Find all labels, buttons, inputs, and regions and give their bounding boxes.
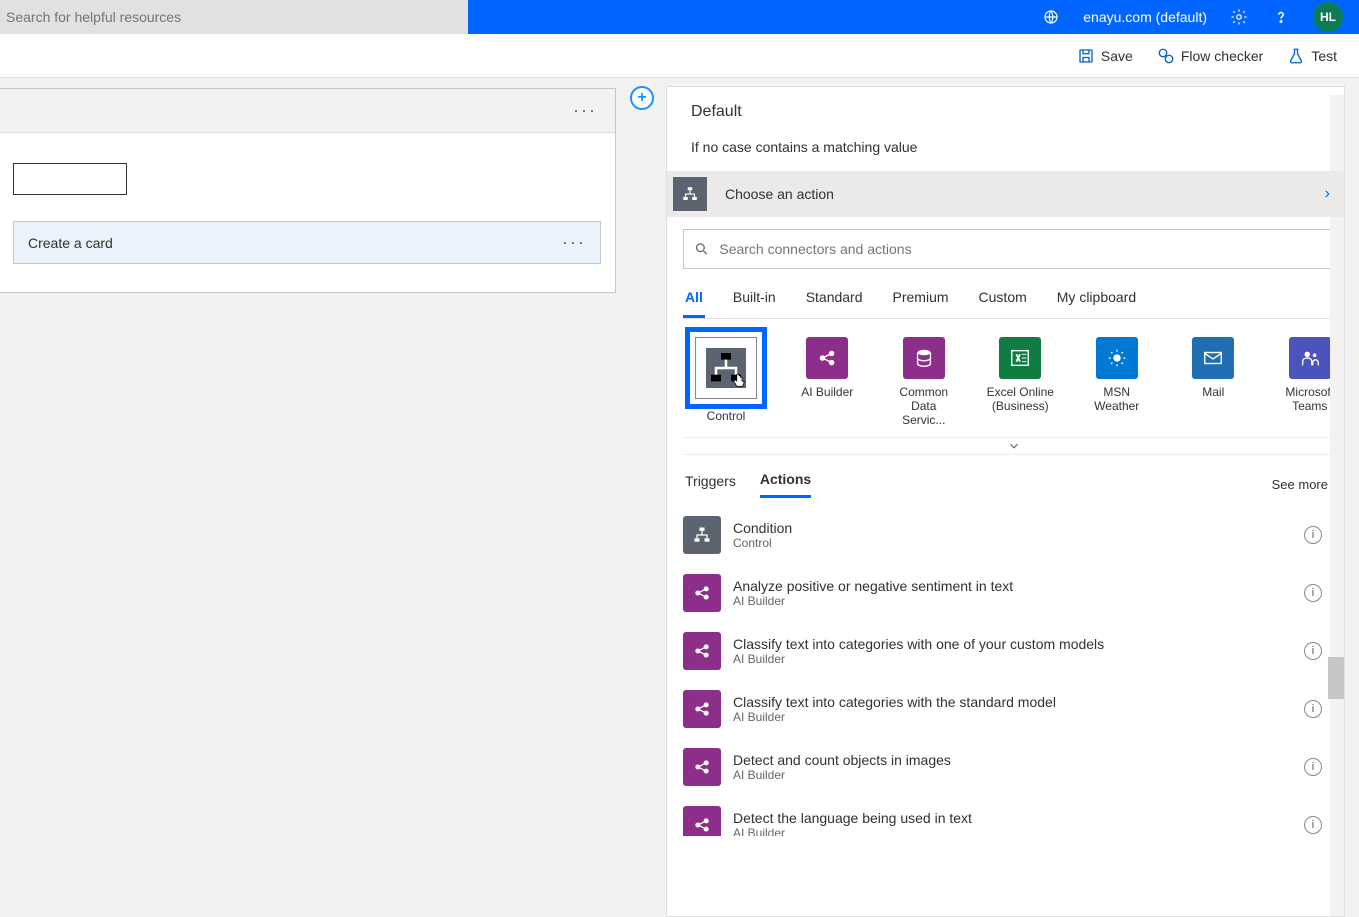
panel-description: If no case contains a matching value [667,139,1344,171]
top-bar: enayu.com (default) HL [0,0,1359,34]
inner-action-menu-icon[interactable]: ··· [562,232,586,253]
action-item[interactable]: Classify text into categories with one o… [683,622,1322,680]
action-item[interactable]: Detect and count objects in imagesAI Bui… [683,738,1322,796]
category-tabs: All Built-in Standard Premium Custom My clipb… [683,279,1344,319]
chevron-down-icon [1007,439,1021,453]
info-icon[interactable]: i [1304,816,1322,834]
action-item[interactable]: Analyze positive or negative sentiment i… [683,564,1322,622]
category-tab-built-in[interactable]: Built-in [731,283,778,318]
connector-excel-online-business-[interactable]: Excel Online (Business) [986,337,1055,427]
action-picker-panel: Default If no case contains a matching v… [666,86,1345,917]
flow-checker-button[interactable]: Flow checker [1157,47,1263,65]
save-label: Save [1101,48,1133,64]
expand-connectors[interactable] [683,437,1344,455]
category-tab-premium[interactable]: Premium [891,283,951,318]
save-icon [1077,47,1095,65]
action-icon [683,806,721,836]
action-title: Detect and count objects in images [733,752,951,768]
action-search-input[interactable] [719,241,1333,257]
sub-tab-actions[interactable]: Actions [760,471,811,498]
flow-checker-label: Flow checker [1181,48,1263,64]
connector-ai-builder[interactable]: AI Builder [793,337,862,427]
action-subtitle: AI Builder [733,826,972,836]
action-title: Condition [733,520,792,536]
avatar[interactable]: HL [1313,2,1343,32]
category-tab-my-clipboard[interactable]: My clipboard [1055,283,1138,318]
action-icon [683,748,721,786]
sub-tab-triggers[interactable]: Triggers [685,473,736,497]
add-step-button[interactable]: + [630,86,654,110]
connector-grid: Control AI Builder Common Data Servic... Ex… [683,319,1344,437]
card-menu-icon[interactable]: ··· [573,100,597,121]
flow-checker-icon [1157,47,1175,65]
info-icon[interactable]: i [1304,642,1322,660]
test-icon [1287,47,1305,65]
action-subtitle: AI Builder [733,768,951,782]
action-subtitle: AI Builder [733,652,1104,666]
help-icon[interactable] [1271,7,1291,27]
global-search[interactable] [0,0,468,34]
case-input[interactable] [13,163,127,195]
save-button[interactable]: Save [1077,47,1133,65]
list-scrollbar-thumb[interactable] [1328,657,1344,699]
test-label: Test [1311,48,1337,64]
panel-scrollbar[interactable] [1330,95,1344,916]
settings-icon[interactable] [1229,7,1249,27]
category-tab-standard[interactable]: Standard [804,283,865,318]
action-subtitle: Control [733,536,792,550]
action-icon [683,516,721,554]
environment-label[interactable]: enayu.com (default) [1083,9,1207,25]
info-icon[interactable]: i [1304,526,1322,544]
search-icon [694,241,709,257]
action-item[interactable]: Detect the language being used in textAI… [683,796,1322,836]
choose-action-label: Choose an action [725,186,834,202]
action-subtitle: AI Builder [733,594,1013,608]
connector-mail[interactable]: Mail [1179,337,1248,427]
connector-control[interactable]: Control [687,337,765,427]
connector-msn-weather[interactable]: MSN Weather [1083,337,1152,427]
category-tab-custom[interactable]: Custom [977,283,1029,318]
inner-action-label: Create a card [28,235,113,251]
global-search-input[interactable] [6,9,462,25]
cursor-icon [730,372,748,390]
info-icon[interactable]: i [1304,584,1322,602]
connector-common-data-servic-[interactable]: Common Data Servic... [890,337,959,427]
choose-action-icon [673,177,707,211]
action-title: Classify text into categories with the s… [733,694,1056,710]
panel-title: Default [667,87,1344,139]
inner-action-card[interactable]: Create a card ··· [13,221,601,264]
action-search[interactable] [683,229,1344,269]
chevron-right-icon: › [1325,185,1330,203]
info-icon[interactable]: i [1304,758,1322,776]
action-item[interactable]: ConditionControl i [683,506,1322,564]
toolbar: Save Flow checker Test [0,34,1359,78]
action-icon [683,574,721,612]
flow-card-header: ··· [0,89,615,133]
test-button[interactable]: Test [1287,47,1337,65]
action-title: Classify text into categories with one o… [733,636,1104,652]
action-list[interactable]: ConditionControl i Analyze positive or neg… [683,506,1344,836]
action-title: Analyze positive or negative sentiment i… [733,578,1013,594]
action-icon [683,690,721,728]
info-icon[interactable]: i [1304,700,1322,718]
action-icon [683,632,721,670]
flow-card: ··· Create a card ··· [0,88,616,293]
action-title: Detect the language being used in text [733,810,972,826]
action-subtitle: AI Builder [733,710,1056,724]
sub-tabs: Triggers Actions See more [683,455,1344,506]
category-tab-all[interactable]: All [683,283,705,318]
see-more-link[interactable]: See more [1272,477,1328,492]
action-item[interactable]: Classify text into categories with the s… [683,680,1322,738]
choose-action-row[interactable]: Choose an action › [667,171,1344,217]
environment-icon[interactable] [1041,7,1061,27]
